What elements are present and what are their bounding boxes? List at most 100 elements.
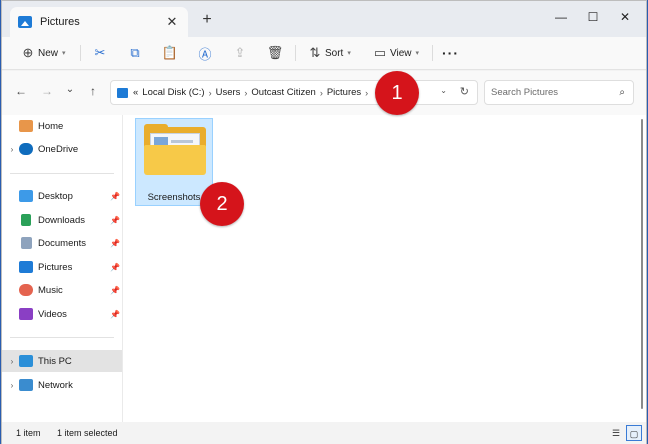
divider xyxy=(10,337,114,338)
home-icon xyxy=(19,120,33,132)
search-placeholder: Search Pictures xyxy=(491,87,559,98)
cut-icon: ✂ xyxy=(94,45,106,60)
video-icon xyxy=(19,308,33,320)
title-bar: Pictures ✕ + — ☐ ✕ xyxy=(2,1,646,37)
chevron-down-icon: ▾ xyxy=(415,50,420,57)
sidebar-item-music[interactable]: Music 📌 xyxy=(2,279,122,301)
tab-title: Pictures xyxy=(40,16,80,28)
new-tab-button[interactable]: + xyxy=(198,11,216,29)
tab-pictures[interactable]: Pictures ✕ xyxy=(10,7,188,37)
address-row: ← → ⌄ ↑ « Local Disk (C:) › Users › Outc… xyxy=(2,71,646,115)
large-icons-view-icon[interactable]: ▢ xyxy=(626,425,642,441)
paste-icon: 📋 xyxy=(161,45,179,60)
chevron-right-icon[interactable]: › xyxy=(5,381,19,390)
delete-icon: 🗑 xyxy=(266,45,284,60)
divider xyxy=(432,45,433,61)
delete-button[interactable]: 🗑 xyxy=(265,42,285,64)
computer-icon xyxy=(19,355,33,367)
paste-button[interactable]: 📋 xyxy=(160,42,180,64)
breadcrumb-pictures[interactable]: Pictures xyxy=(327,87,361,98)
pictures-folder-icon xyxy=(18,16,32,28)
pane-splitter[interactable] xyxy=(122,115,123,422)
new-label: New xyxy=(38,47,59,59)
plus-icon: ⊕ xyxy=(22,45,34,60)
sidebar-item-videos[interactable]: Videos 📌 xyxy=(2,303,122,325)
back-button[interactable]: ← xyxy=(12,84,30,98)
network-icon xyxy=(19,379,33,391)
sort-button[interactable]: ⇅ Sort ▾ xyxy=(305,42,351,64)
sort-label: Sort xyxy=(325,47,344,59)
sidebar-item-label: Desktop xyxy=(38,190,73,202)
recent-locations-button[interactable]: ⌄ xyxy=(61,84,79,95)
chevron-right-icon[interactable]: › xyxy=(244,88,247,98)
more-options-button[interactable]: ··· xyxy=(442,42,459,64)
sidebar-item-label: OneDrive xyxy=(38,143,79,155)
up-button[interactable]: ↑ xyxy=(84,84,102,98)
cut-button[interactable]: ✂ xyxy=(90,42,110,64)
sidebar-item-pictures[interactable]: Pictures 📌 xyxy=(2,256,122,278)
minimize-button[interactable]: — xyxy=(546,7,576,27)
vertical-scrollbar[interactable] xyxy=(640,115,644,415)
breadcrumb-outcast-citizen[interactable]: Outcast Citizen xyxy=(251,87,315,98)
chevron-right-icon[interactable]: › xyxy=(365,88,368,98)
pictures-folder-icon xyxy=(117,87,128,98)
pin-icon: 📌 xyxy=(110,191,120,201)
sidebar-item-label: Music xyxy=(38,284,63,296)
share-button[interactable]: ⇪ xyxy=(230,42,250,64)
document-icon xyxy=(21,237,32,249)
maximize-button[interactable]: ☐ xyxy=(578,7,608,27)
sort-icon: ⇅ xyxy=(309,45,321,60)
sidebar-item-documents[interactable]: Documents 📌 xyxy=(2,232,122,254)
annotation-badge-2: 2 xyxy=(200,182,244,226)
pin-icon: 📌 xyxy=(110,238,120,248)
copy-button[interactable]: ⧉ xyxy=(125,42,145,64)
sidebar-item-label: Videos xyxy=(38,308,67,320)
chevron-right-icon[interactable]: › xyxy=(5,145,19,154)
search-input[interactable]: Search Pictures ⌕ xyxy=(484,80,634,105)
item-count: 1 item xyxy=(16,428,41,438)
breadcrumb-users[interactable]: Users xyxy=(216,87,241,98)
tab-close-icon[interactable]: ✕ xyxy=(164,14,180,30)
content-area: Home › OneDrive Desktop 📌 Downloads 📌 Do… xyxy=(2,115,646,422)
chevron-right-icon[interactable]: › xyxy=(320,88,323,98)
pin-icon: 📌 xyxy=(110,262,120,272)
divider xyxy=(295,45,296,61)
pictures-folder-icon xyxy=(19,261,33,273)
selection-count: 1 item selected xyxy=(57,428,118,438)
file-explorer-window: Pictures ✕ + — ☐ ✕ ⊕ New ▾ ✂ ⧉ 📋 Ⓐ ⇪ 🗑 ⇅… xyxy=(1,0,647,444)
sidebar-item-network[interactable]: › Network xyxy=(2,374,122,396)
refresh-icon[interactable]: ↻ xyxy=(460,85,469,98)
sidebar-item-this-pc[interactable]: › This PC xyxy=(2,350,122,372)
details-view-icon[interactable]: ☰ xyxy=(608,425,624,441)
desktop-icon xyxy=(19,190,33,202)
address-bar[interactable]: « Local Disk (C:) › Users › Outcast Citi… xyxy=(110,80,478,105)
music-icon xyxy=(19,284,33,296)
rename-button[interactable]: Ⓐ xyxy=(195,42,215,64)
navigation-pane: Home › OneDrive Desktop 📌 Downloads 📌 Do… xyxy=(2,115,122,422)
download-icon xyxy=(21,214,31,226)
folder-item-screenshots[interactable]: Screenshots xyxy=(135,118,213,206)
sidebar-item-label: Pictures xyxy=(38,261,73,273)
close-button[interactable]: ✕ xyxy=(610,7,640,27)
overflow-chevron-icon[interactable]: « xyxy=(133,87,138,98)
address-dropdown-icon[interactable]: ⌄ xyxy=(440,86,447,95)
forward-button[interactable]: → xyxy=(38,84,56,98)
chevron-down-icon: ▾ xyxy=(62,50,66,57)
pin-icon: 📌 xyxy=(110,309,120,319)
copy-icon: ⧉ xyxy=(130,45,140,60)
pin-icon: 📌 xyxy=(110,215,120,225)
breadcrumb-local-disk[interactable]: Local Disk (C:) xyxy=(142,87,204,98)
sidebar-item-downloads[interactable]: Downloads 📌 xyxy=(2,209,122,231)
sidebar-item-home[interactable]: Home xyxy=(2,115,122,137)
status-bar: 1 item 1 item selected ☰ ▢ xyxy=(2,422,646,444)
view-icon: ▭ xyxy=(373,45,387,60)
share-icon: ⇪ xyxy=(234,45,246,60)
command-bar: ⊕ New ▾ ✂ ⧉ 📋 Ⓐ ⇪ 🗑 ⇅ Sort ▾ ▭ View ▾ ··… xyxy=(2,37,646,70)
view-button[interactable]: ▭ View ▾ xyxy=(370,42,419,64)
sidebar-item-onedrive[interactable]: › OneDrive xyxy=(2,138,122,160)
chevron-right-icon[interactable]: › xyxy=(209,88,212,98)
new-button[interactable]: ⊕ New ▾ xyxy=(18,42,66,64)
sidebar-item-desktop[interactable]: Desktop 📌 xyxy=(2,185,122,207)
chevron-right-icon[interactable]: › xyxy=(5,357,19,366)
sidebar-item-label: Downloads xyxy=(38,214,85,226)
